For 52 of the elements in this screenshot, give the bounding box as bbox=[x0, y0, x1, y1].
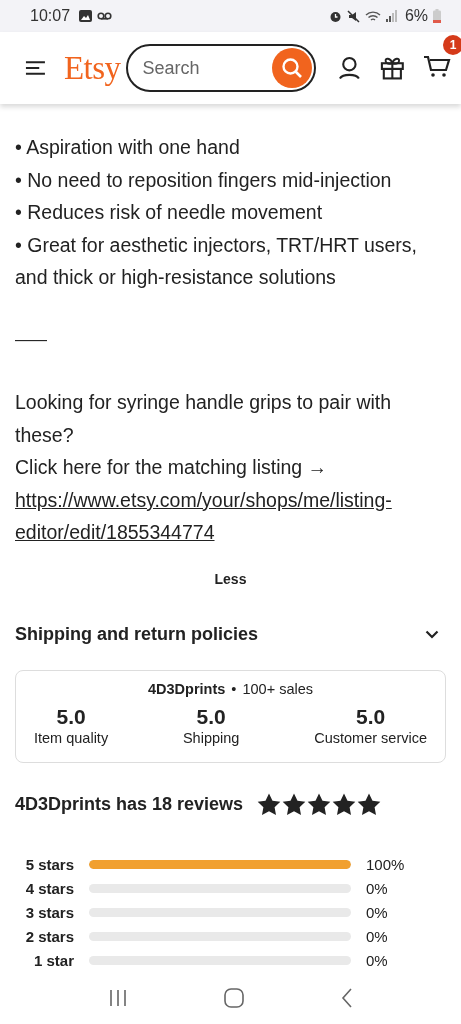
star-level-label: 5 stars bbox=[24, 856, 75, 873]
alarm-icon bbox=[328, 9, 342, 23]
chevron-icon[interactable] bbox=[425, 630, 439, 639]
search-field[interactable]: Search bbox=[140, 56, 272, 80]
wifi-icon bbox=[364, 9, 381, 23]
voicemail-icon bbox=[97, 12, 113, 20]
rating-percent: 0% bbox=[366, 928, 388, 945]
search-icon bbox=[279, 56, 304, 80]
image-icon bbox=[79, 10, 93, 22]
star-level-label: 1 star bbox=[32, 952, 75, 969]
shipping-policies-toggle[interactable]: Shipping and return policies bbox=[15, 619, 446, 650]
rating-score: 5.0 bbox=[356, 704, 386, 729]
user-icon[interactable] bbox=[337, 55, 361, 81]
rating-label: Item quality bbox=[34, 729, 109, 746]
bullet-point: • Aspiration with one hand bbox=[15, 135, 241, 160]
listing-link[interactable]: https://www.etsy.com/your/shops/me/listing-editor/edit/1855344774 bbox=[15, 483, 446, 549]
rating-score: 5.0 bbox=[196, 704, 226, 729]
bullet-point: • Great for aesthetic injectors, TRT/HRT users, and thick or high-resistance solutions bbox=[15, 232, 419, 290]
mute-icon bbox=[346, 9, 360, 23]
separator-line: —— bbox=[15, 329, 48, 350]
paragraph: Looking for syringe handle grips to pair with these? bbox=[15, 390, 393, 448]
cart-count-badge: 1 bbox=[443, 35, 461, 55]
battery-icon bbox=[433, 9, 441, 23]
rating-label: Customer service bbox=[314, 729, 427, 746]
bullet-point: • No need to reposition fingers mid-injection bbox=[15, 167, 393, 193]
rating-percent: 100% bbox=[366, 856, 405, 873]
menu-icon[interactable] bbox=[25, 60, 46, 76]
less-button[interactable]: Less bbox=[206, 566, 255, 591]
cart-icon[interactable] bbox=[423, 53, 451, 79]
search-bar[interactable]: Search bbox=[125, 44, 316, 92]
rating-label: Shipping bbox=[182, 729, 240, 746]
battery-percent: 6% bbox=[404, 7, 428, 25]
rating-score: 5.0 bbox=[56, 704, 86, 729]
star-level-label: 3 stars bbox=[24, 904, 75, 921]
search-button[interactable] bbox=[271, 48, 312, 88]
home-icon[interactable] bbox=[224, 987, 245, 1008]
star-level-label: 4 stars bbox=[24, 880, 75, 897]
sales-count: 100+ sales bbox=[242, 680, 313, 697]
rating-percent: 0% bbox=[366, 880, 388, 897]
status-time: 10:07 bbox=[30, 7, 71, 25]
gift-icon[interactable] bbox=[380, 55, 405, 81]
link-intro: Click here for the matching listing → bbox=[15, 455, 329, 480]
rating-percent: 0% bbox=[366, 952, 388, 969]
reviews-title: 4D3Dprints has 18 reviews bbox=[15, 793, 244, 815]
rating-percent: 0% bbox=[366, 904, 388, 921]
bullet-separator: • bbox=[231, 680, 237, 697]
signal-icon bbox=[385, 10, 398, 22]
bullet-point: • Reduces risk of needle movement bbox=[15, 200, 324, 225]
shop-name[interactable]: 4D3Dprints bbox=[148, 680, 226, 697]
recent-apps-icon[interactable] bbox=[108, 988, 129, 1007]
back-icon[interactable] bbox=[340, 987, 353, 1008]
star-level-label: 2 stars bbox=[24, 928, 75, 945]
